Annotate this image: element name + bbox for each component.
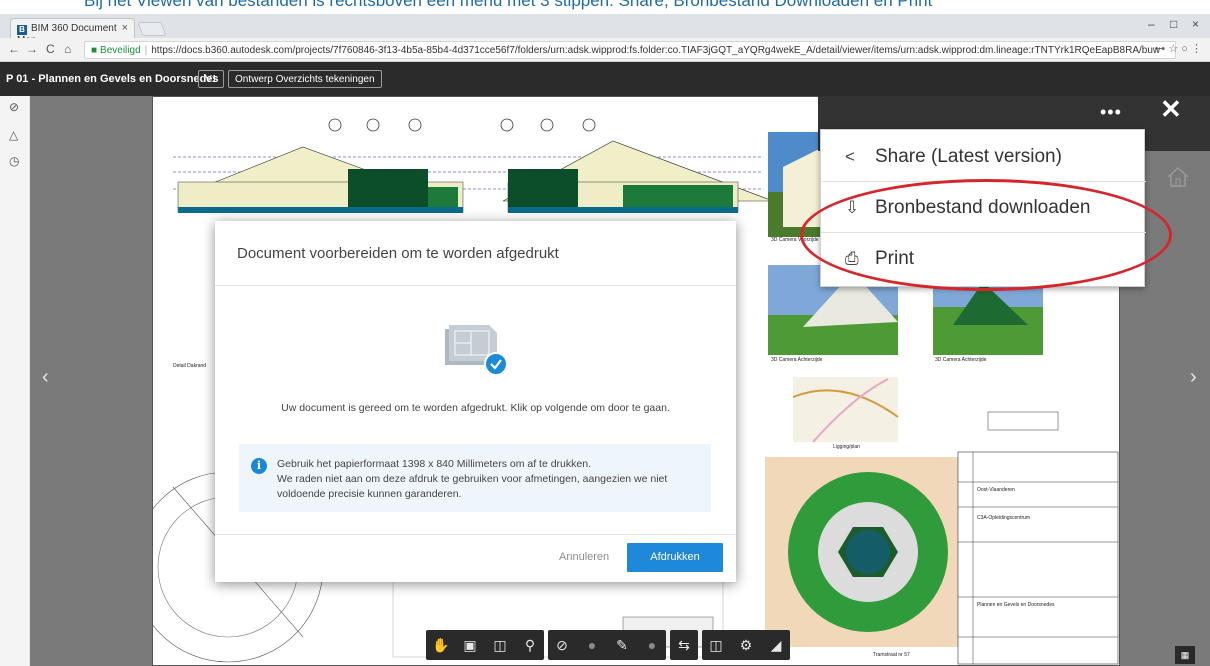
url-text: https://docs.b360.autodesk.com/projects/… (151, 45, 1161, 56)
reload-icon[interactable]: C (46, 42, 55, 56)
close-viewer-icon[interactable]: ✕ (1160, 94, 1182, 125)
window-close-icon[interactable]: × (1192, 17, 1199, 31)
navigation-tool-group: ✋ ▣ ◫ ⚲ (426, 630, 544, 660)
app-header: P 01 - Plannen en Gevels en Doorsnedes V… (0, 62, 1210, 96)
browser-tab[interactable]: BBIM 360 Document Man × (10, 18, 135, 46)
zoom-window-icon[interactable]: ⚲ (522, 637, 538, 654)
info-line-2: We raden niet aan om deze afdruk te gebr… (277, 473, 668, 500)
ready-message: Uw document is gereed om te worden afged… (281, 402, 670, 414)
dialog-title: Document voorbereiden om te worden afged… (237, 245, 559, 262)
address-bar-icons[interactable]: ⊶ ☆ ○ ⋮ (1154, 42, 1202, 55)
set-badge[interactable]: Ontwerp Overzichts tekeningen (228, 70, 382, 88)
tab-close-icon[interactable]: × (122, 22, 128, 34)
maximize-icon[interactable]: □ (1170, 17, 1177, 31)
fit-icon[interactable]: ▣ (462, 637, 478, 654)
drawing-label: Plannen en Gevels en Doorsnedes (977, 602, 1055, 608)
fullscreen-icon[interactable]: ◢ (768, 637, 784, 654)
version-badge[interactable]: V1 (198, 70, 225, 88)
info-line-1: Gebruik het papierformaat 1398 x 840 Mil… (277, 458, 591, 470)
layout-icon[interactable]: ▦ (1175, 646, 1195, 664)
caption-text: Bij het Viewen van bestanden is rechtsbo… (84, 0, 933, 10)
more-options-menu: < Share (Latest version) ⇩ Bronbestand d… (820, 129, 1146, 287)
print-button[interactable]: Afdrukken (627, 543, 723, 572)
paper-size-info: i Gebruik het papierformaat 1398 x 840 M… (239, 444, 711, 512)
viewer-toolbar: ✋ ▣ ◫ ⚲ ⊘ ● ✎ ● ⇆ ◫ ⚙ ◢ (426, 630, 790, 660)
drawing-label: 3D Camera Achterzijde (935, 357, 987, 363)
left-rail: ⊘ △ ◷ (0, 96, 30, 666)
menu-item-label: Print (875, 248, 915, 269)
menu-item-label: Bronbestand downloaden (875, 196, 1091, 218)
browser-tab-bar: BBIM 360 Document Man × – □ × (0, 14, 1210, 46)
compare-tool-group: ⇆ (670, 630, 698, 660)
settings-tool-group: ◫ ⚙ ◢ (702, 630, 790, 660)
secure-label: Beveiligd (100, 45, 141, 56)
print-dialog: Document voorbereiden om te worden afged… (215, 221, 736, 582)
drawing-label: Detail Dakrand (173, 363, 207, 369)
document-caption: Bij het Viewen van bestanden is rechtsbo… (0, 0, 1210, 14)
new-tab-button[interactable] (137, 22, 167, 36)
sheets-icon[interactable]: ◫ (708, 637, 724, 654)
measure-icon[interactable]: ● (584, 637, 600, 653)
dialog-divider (215, 534, 736, 535)
hand-tool-icon[interactable]: ✋ (432, 637, 449, 654)
bim360-favicon-icon: B (17, 25, 27, 35)
settings-icon[interactable]: ⚙ (738, 637, 754, 654)
info-icon: i (251, 458, 267, 474)
forward-icon[interactable]: → (26, 42, 38, 56)
issue-icon[interactable]: △ (9, 128, 18, 142)
print-icon: ⎙ (845, 249, 859, 268)
lock-icon: ■ (91, 45, 98, 56)
download-icon: ⇩ (845, 197, 860, 217)
more-options-icon[interactable]: ••• (1100, 102, 1122, 123)
previous-page-icon[interactable]: ‹ (42, 366, 49, 389)
drawing-label: 3D Camera Voorzijde (771, 237, 819, 243)
address-bar: ← → C ⌂ ■ Beveiligd | https://docs.b360.aut… (0, 38, 1210, 62)
drawing-label: Oost-Vlaanderen (977, 487, 1015, 493)
minimize-icon[interactable]: – (1148, 17, 1155, 31)
screen: Bij het Viewen van bestanden is rechtsbo… (0, 0, 1210, 666)
menu-item-share[interactable]: < Share (Latest version) (821, 132, 1146, 182)
compare-icon[interactable]: ⇆ (676, 637, 692, 654)
menu-item-label: Share (Latest version) (875, 145, 1062, 167)
url-field[interactable]: ■ Beveiligd | https://docs.b360.autodesk.co… (84, 41, 1176, 59)
drawing-label: Ligging/plan (833, 444, 860, 450)
menu-item-print[interactable]: ⎙ Print (821, 234, 1146, 284)
next-page-icon[interactable]: › (1190, 366, 1197, 389)
pen-icon[interactable]: ✎ (614, 637, 630, 654)
history-icon[interactable]: ◷ (9, 154, 19, 168)
menu-item-download-source[interactable]: ⇩ Bronbestand downloaden (821, 183, 1146, 233)
drawing-label: C3A-Opleidingscentrum (977, 515, 1031, 521)
drawing-label: 3D Camera Achterzijde (771, 357, 823, 363)
home-view-icon[interactable] (1166, 166, 1190, 188)
section-icon[interactable]: ◫ (492, 637, 508, 654)
home-nav-icon[interactable]: ⌂ (64, 42, 71, 56)
back-icon[interactable]: ← (8, 42, 20, 56)
markup-icon[interactable]: ⊘ (9, 100, 19, 114)
dialog-divider (215, 285, 736, 286)
shape-icon[interactable]: ● (644, 637, 660, 653)
markup-tool-group: ⊘ ● ✎ ● (548, 630, 666, 660)
cancel-button[interactable]: Annuleren (559, 551, 609, 563)
document-title: P 01 - Plannen en Gevels en Doorsnedes (6, 73, 219, 85)
markup-icon[interactable]: ⊘ (554, 637, 570, 654)
share-icon: < (845, 146, 855, 166)
document-ready-icon (445, 325, 508, 376)
drawing-label: Tramstraat nr 57 (873, 652, 910, 658)
